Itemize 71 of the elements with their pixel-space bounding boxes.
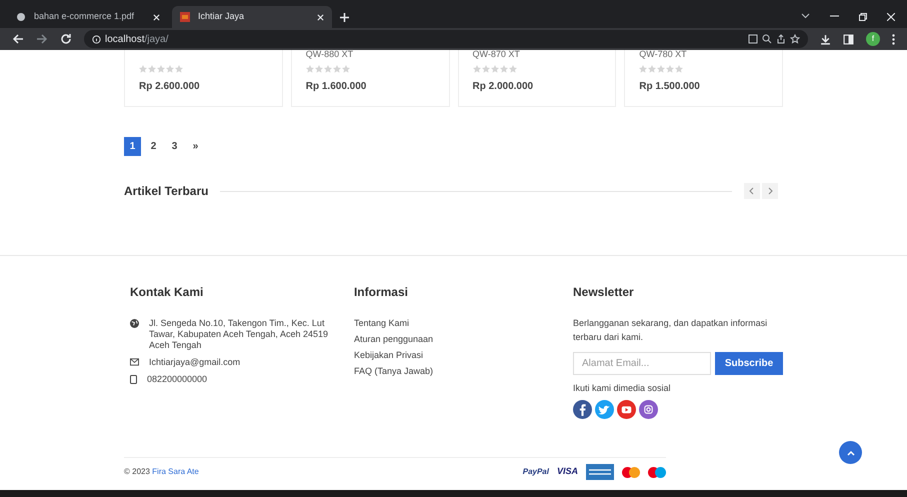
bird-icon[interactable] bbox=[595, 400, 614, 418]
product-name[interactable]: QW-880 XT bbox=[306, 50, 434, 61]
page-button[interactable]: 1 bbox=[124, 137, 141, 156]
email-field[interactable]: Alamat Email... bbox=[573, 352, 711, 375]
new-tab-icon[interactable] bbox=[340, 13, 349, 22]
page-button[interactable]: » bbox=[187, 137, 204, 156]
site-favicon-icon bbox=[180, 12, 190, 22]
product-card[interactable]: QW-780 XT Rp 1.500.000 bbox=[624, 50, 783, 107]
minimize-icon[interactable] bbox=[830, 13, 839, 19]
paypal-logo: PayPal bbox=[522, 466, 549, 478]
product-card[interactable]: QW-880 XT Rp 1.600.000 bbox=[290, 50, 450, 107]
previous-button[interactable] bbox=[744, 183, 760, 199]
contact-text: Ichtiarjaya@gmail.com bbox=[149, 357, 242, 368]
more-icon[interactable] bbox=[892, 34, 895, 44]
address-bar[interactable]: localhost/jaya/ bbox=[84, 30, 808, 48]
footer-link[interactable]: Tentang Kami bbox=[354, 317, 410, 330]
page-button[interactable]: 3 bbox=[166, 137, 183, 156]
camera-icon[interactable] bbox=[639, 400, 658, 418]
author-link[interactable]: Fira Sara Ate bbox=[152, 467, 199, 476]
browser-tab[interactable]: bahan e-commerce 1.pdf bbox=[8, 6, 168, 28]
facebook-icon[interactable] bbox=[573, 400, 592, 418]
visa-logo: VISA bbox=[556, 465, 578, 478]
newsletter-description: Berlangganan sekarang, dan dapatkan informasi terbaru dari kami. bbox=[573, 317, 768, 344]
chevron-right-icon bbox=[767, 187, 773, 195]
copyright-text: © 2023 Fira Sara Ate bbox=[124, 466, 199, 478]
column-title: Kontak Kami bbox=[130, 284, 204, 301]
play-button-icon[interactable] bbox=[617, 400, 636, 418]
footer-link[interactable]: FAQ (Tanya Jawab) bbox=[354, 365, 433, 378]
product-price: Rp 2.000.000 bbox=[472, 80, 534, 94]
close-icon[interactable] bbox=[153, 14, 160, 20]
two-circles-icon bbox=[622, 466, 640, 478]
footer-link[interactable]: Kebijakan Privasi bbox=[354, 349, 424, 362]
next-button[interactable] bbox=[762, 183, 778, 199]
column-title: Informasi bbox=[354, 284, 409, 301]
two-circles-icon bbox=[648, 466, 666, 478]
restore-icon[interactable] bbox=[859, 13, 867, 21]
subscribe-button[interactable]: Subscribe bbox=[715, 352, 783, 375]
share-icon[interactable] bbox=[776, 34, 786, 44]
product-price: Rp 1.500.000 bbox=[639, 80, 701, 94]
info-icon bbox=[92, 34, 101, 44]
download-icon[interactable] bbox=[820, 34, 831, 44]
product-name[interactable]: QW-870 XT bbox=[472, 50, 602, 61]
contact-text: 082200000000 bbox=[147, 374, 208, 385]
product-price: Rp 2.600.000 bbox=[139, 80, 201, 94]
zoom-icon[interactable] bbox=[762, 34, 772, 44]
product-card[interactable]: Rp 2.600.000 bbox=[124, 50, 283, 107]
forward-icon[interactable] bbox=[36, 33, 48, 45]
close-icon[interactable] bbox=[317, 14, 324, 20]
side-panel-icon[interactable] bbox=[843, 34, 854, 44]
back-icon[interactable] bbox=[12, 33, 24, 45]
section-title: Artikel Terbaru bbox=[124, 183, 208, 200]
product-card[interactable]: QW-870 XT Rp 2.000.000 bbox=[458, 50, 616, 107]
card-logo-icon bbox=[586, 464, 614, 480]
footer-link[interactable]: Aturan penggunaan bbox=[354, 333, 434, 346]
chevron-up-icon bbox=[846, 450, 854, 456]
tab-search-icon[interactable] bbox=[801, 13, 810, 19]
product-price: Rp 1.600.000 bbox=[306, 80, 368, 94]
chevron-left-icon bbox=[749, 187, 755, 195]
browser-tab[interactable]: Ichtiar Jaya bbox=[172, 6, 332, 28]
scroll-top-button[interactable] bbox=[839, 441, 862, 464]
envelope-icon bbox=[130, 358, 139, 366]
url-text: localhost/jaya/ bbox=[105, 32, 168, 46]
social-label: Ikuti kami dimedia sosial bbox=[573, 382, 672, 395]
phone-icon bbox=[130, 375, 137, 384]
page-button[interactable]: 2 bbox=[145, 137, 162, 156]
reload-icon[interactable] bbox=[60, 33, 72, 45]
star-icon[interactable] bbox=[790, 34, 800, 44]
close-icon[interactable] bbox=[887, 13, 895, 21]
contact-text: Jl. Sengeda No.10, Takengon Tim., Kec. Lut Tawar, Kabupaten Aceh Tengah, Aceh 24519 Aceh Tengah bbox=[149, 318, 329, 351]
product-name[interactable]: QW-780 XT bbox=[639, 50, 768, 61]
column-title: Newsletter bbox=[573, 284, 635, 301]
